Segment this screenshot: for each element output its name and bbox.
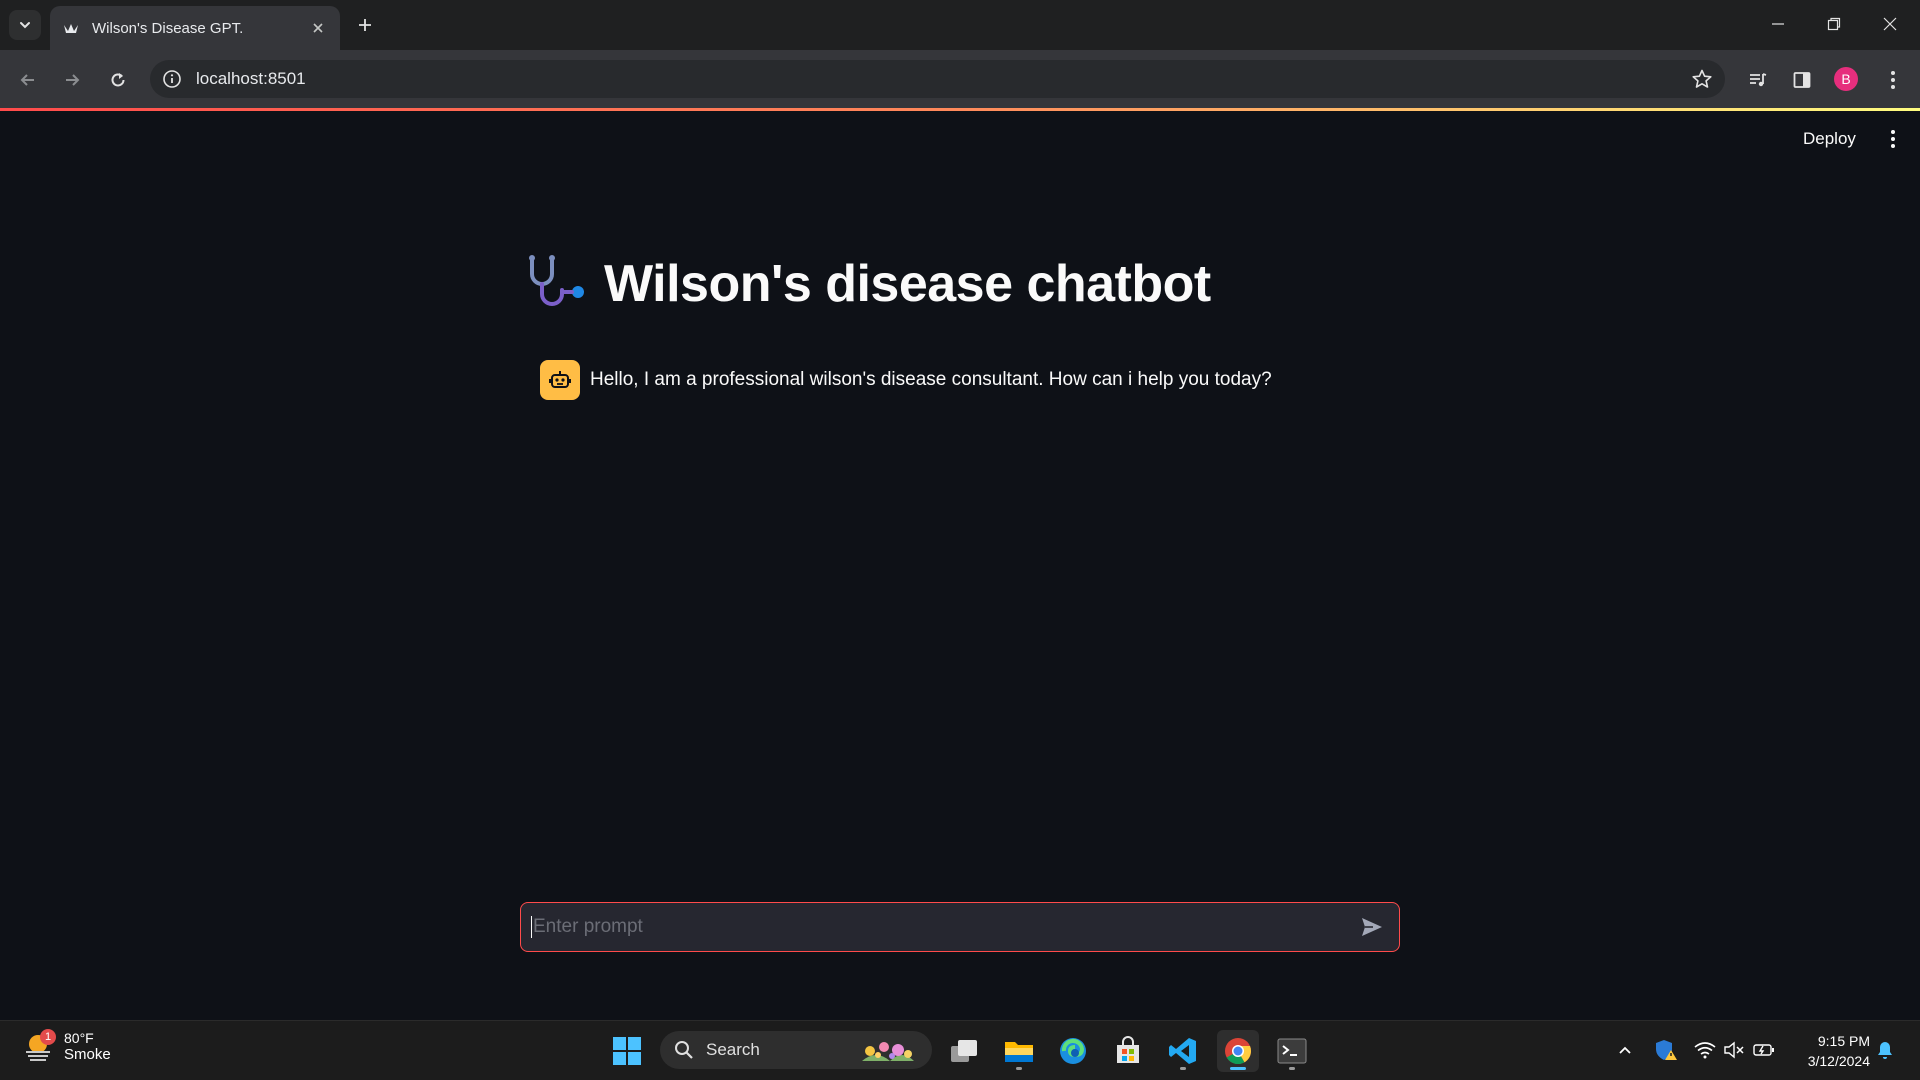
media-queue-icon	[1750, 73, 1767, 87]
tab-title: Wilson's Disease GPT.	[92, 19, 244, 37]
arrow-right-icon	[66, 74, 80, 86]
chevron-down-icon	[20, 22, 30, 29]
stethoscope-icon	[529, 255, 584, 306]
robot-icon	[549, 371, 571, 388]
streamlit-crown-icon	[64, 24, 78, 33]
security-tray-button[interactable]	[1654, 1038, 1678, 1062]
vscode-button[interactable]	[1162, 1030, 1204, 1072]
bell-icon	[1878, 1042, 1892, 1059]
side-panel-icon	[1793, 72, 1811, 88]
tab-search-button[interactable]	[9, 10, 41, 40]
terminal-icon	[1277, 1038, 1307, 1064]
back-button[interactable]	[10, 62, 46, 98]
weather-temp: 80°F	[64, 1029, 94, 1046]
chat-prompt-input[interactable]	[531, 916, 1355, 938]
terminal-button[interactable]	[1271, 1030, 1313, 1072]
close-icon	[1883, 17, 1897, 31]
browser-tab-active[interactable]: Wilson's Disease GPT.	[50, 6, 340, 50]
close-window-button[interactable]	[1862, 0, 1918, 48]
edge-button[interactable]	[1052, 1030, 1094, 1072]
task-view-button[interactable]	[943, 1030, 985, 1072]
chevron-up-icon	[1619, 1046, 1631, 1054]
app-title-text: Wilson's disease chatbot	[604, 255, 1211, 313]
chat-input-container	[520, 902, 1400, 952]
side-panel-button[interactable]	[1784, 62, 1820, 98]
profile-avatar[interactable]: B	[1834, 67, 1858, 91]
app-main-menu-button[interactable]	[1880, 125, 1906, 153]
assistant-message-text: Hello, I am a professional wilson's dise…	[590, 369, 1272, 390]
task-view-icon	[951, 1040, 977, 1062]
chrome-icon	[1225, 1038, 1252, 1065]
plus-icon	[359, 19, 371, 31]
kebab-menu-icon	[1891, 71, 1895, 89]
send-icon	[1362, 918, 1382, 936]
weather-notification-badge: 1	[40, 1029, 56, 1045]
arrow-left-icon	[20, 74, 34, 86]
battery-tray-button[interactable]	[1752, 1038, 1776, 1062]
search-icon	[675, 1041, 693, 1059]
page-title: Wilson's disease chatbot	[526, 254, 1211, 314]
vscode-icon	[1169, 1038, 1196, 1064]
url-text: localhost:8501	[196, 69, 306, 88]
show-hidden-icons-button[interactable]	[1613, 1038, 1637, 1062]
file-explorer-icon	[1005, 1042, 1033, 1062]
shield-warning-icon	[1656, 1040, 1677, 1060]
notifications-button[interactable]	[1873, 1038, 1897, 1062]
send-button[interactable]	[1355, 910, 1389, 944]
kebab-menu-icon	[1891, 130, 1895, 148]
clock-time: 9:15 PM	[1817, 1033, 1870, 1049]
restore-window-button[interactable]	[1806, 0, 1862, 48]
store-icon	[1117, 1036, 1139, 1063]
file-explorer-button[interactable]	[998, 1030, 1040, 1072]
wifi-tray-button[interactable]	[1693, 1038, 1717, 1062]
chrome-menu-button[interactable]	[1875, 62, 1911, 98]
taskbar-clock[interactable]: 9:15 PM 3/12/2024	[1790, 1031, 1870, 1071]
deploy-button[interactable]: Deploy	[1795, 125, 1864, 153]
site-info-icon[interactable]	[162, 69, 182, 89]
reload-button[interactable]	[100, 62, 136, 98]
clock-date: 3/12/2024	[1807, 1053, 1870, 1069]
close-tab-icon[interactable]	[308, 18, 328, 38]
assistant-avatar	[540, 360, 580, 400]
streamlit-header-decoration	[0, 108, 1920, 111]
minimize-window-button[interactable]	[1750, 0, 1806, 48]
wifi-icon	[1694, 1042, 1716, 1059]
weather-condition: Smoke	[64, 1045, 111, 1063]
edge-icon	[1060, 1038, 1086, 1064]
weather-widget[interactable]: 80°F Smoke	[20, 1028, 111, 1064]
volume-muted-icon	[1724, 1041, 1744, 1059]
volume-tray-button[interactable]	[1722, 1038, 1746, 1062]
minimize-icon	[1772, 23, 1784, 25]
chrome-button[interactable]	[1217, 1030, 1259, 1072]
new-tab-button[interactable]	[352, 12, 378, 38]
address-bar[interactable]: localhost:8501	[150, 60, 1725, 98]
restore-icon	[1827, 17, 1841, 31]
microsoft-store-button[interactable]	[1107, 1030, 1149, 1072]
battery-charging-icon	[1753, 1044, 1774, 1056]
search-label: Search	[706, 1040, 760, 1059]
windows-start-icon	[613, 1037, 641, 1065]
media-controls-button[interactable]	[1740, 62, 1776, 98]
assistant-chat-message: Hello, I am a professional wilson's dise…	[540, 360, 1272, 400]
start-button[interactable]	[606, 1030, 648, 1072]
forward-button[interactable]	[54, 62, 90, 98]
reload-icon	[111, 73, 125, 87]
taskbar-search[interactable]: Search	[660, 1031, 932, 1069]
bookmark-star-icon[interactable]	[1691, 68, 1713, 90]
search-highlight-flowers-icon	[862, 1042, 914, 1061]
